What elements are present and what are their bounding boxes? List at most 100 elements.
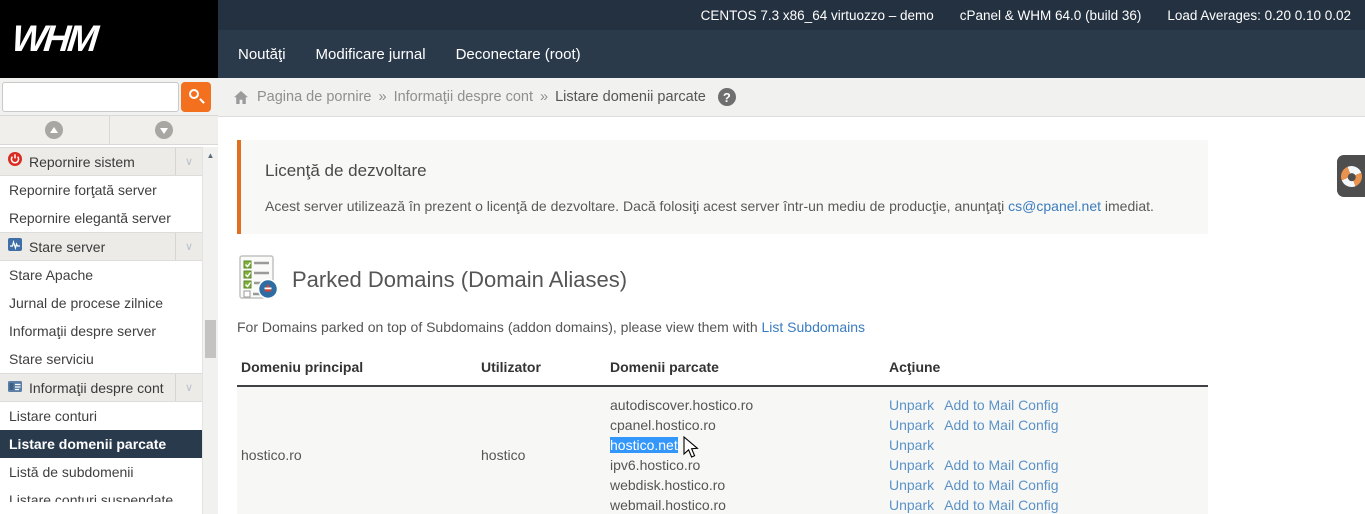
arrow-up-icon xyxy=(45,121,63,139)
scrollbar-thumb[interactable] xyxy=(205,320,216,358)
lifebuoy-icon xyxy=(1338,162,1365,190)
breadcrumb: Pagina de pornire » Informaţii despre co… xyxy=(218,78,1365,117)
sidebar-scrollbar[interactable]: ▲ xyxy=(202,147,218,514)
sidebar-menu: Repornire sistem ∨ Repornire forţată ser… xyxy=(0,147,202,514)
col-header-user: Utilizator xyxy=(477,353,606,386)
list-subdomains-link[interactable]: List Subdomains xyxy=(762,319,866,335)
version-info: cPanel & WHM 64.0 (build 36) xyxy=(960,8,1142,23)
sidebar-item-list-accounts[interactable]: Listare conturi xyxy=(0,402,202,430)
scrollbar-up-icon[interactable]: ▲ xyxy=(203,147,218,160)
action-row: Unpark Add to Mail Config xyxy=(889,495,1208,514)
parked-domain: webmail.hostico.ro xyxy=(610,495,885,514)
add-to-mail-config-link[interactable]: Add to Mail Config xyxy=(944,397,1058,413)
unpark-link[interactable]: Unpark xyxy=(889,437,934,453)
action-row: Unpark Add to Mail Config xyxy=(889,395,1208,415)
system-info: CENTOS 7.3 x86_64 virtuozzo – demo xyxy=(701,8,934,23)
license-notice-title: Licenţă de dezvoltare xyxy=(265,161,1184,181)
scroll-down-button[interactable] xyxy=(110,116,219,144)
sidebar-group-label: Informaţii despre cont xyxy=(29,380,164,396)
search-button[interactable] xyxy=(181,82,211,112)
col-header-main-domain: Domeniu principal xyxy=(237,353,477,386)
breadcrumb-separator: » xyxy=(378,89,386,105)
main-nav: Noutăţi Modificare jurnal Deconectare (r… xyxy=(218,30,1365,78)
parked-domain: cpanel.hostico.ro xyxy=(610,415,885,435)
actions-cell: Unpark Add to Mail Config Unpark Add to Ma… xyxy=(885,386,1208,514)
sidebar-group-server-status[interactable]: Stare server ∨ xyxy=(0,232,202,261)
parked-domain: autodiscover.hostico.ro xyxy=(610,395,885,415)
cpanel-email-link[interactable]: cs@cpanel.net xyxy=(1008,198,1101,214)
user-cell: hostico xyxy=(477,386,606,514)
subdomains-note-text: For Domains parked on top of Subdomains … xyxy=(237,319,762,335)
action-row: Unpark Add to Mail Config xyxy=(889,415,1208,435)
power-icon xyxy=(8,152,22,171)
parked-domain: webdisk.hostico.ro xyxy=(610,475,885,495)
home-icon[interactable] xyxy=(233,90,249,105)
subdomains-note: For Domains parked on top of Subdomains … xyxy=(237,319,1365,335)
breadcrumb-home[interactable]: Pagina de pornire xyxy=(257,89,371,105)
breadcrumb-current-page: Listare domenii parcate xyxy=(555,89,706,105)
sidebar-group-account-info[interactable]: Informaţii despre cont ∨ xyxy=(0,373,202,402)
chevron-down-icon[interactable]: ∨ xyxy=(175,374,202,401)
unpark-link[interactable]: Unpark xyxy=(889,397,934,413)
load-averages: Load Averages: 0.20 0.10 0.02 xyxy=(1167,8,1351,23)
support-tab[interactable] xyxy=(1337,155,1365,197)
action-row: Unpark Add to Mail Config xyxy=(889,455,1208,475)
breadcrumb-account-info[interactable]: Informaţii despre cont xyxy=(394,89,533,105)
license-notice-body: Acest server utilizează în prezent o lic… xyxy=(265,198,1184,214)
chevron-down-icon[interactable]: ∨ xyxy=(175,148,202,175)
sidebar-item-list-suspended-accounts[interactable]: Listare conturi suspendate xyxy=(0,486,202,502)
nav-item-news[interactable]: Noutăţi xyxy=(238,46,286,63)
scroll-up-button[interactable] xyxy=(0,116,110,144)
sidebar-group-label: Stare server xyxy=(29,239,105,255)
unpark-link[interactable]: Unpark xyxy=(889,417,934,433)
table-row: hostico.ro hostico autodiscover.hostico.… xyxy=(237,386,1208,514)
main-content: Licenţă de dezvoltare Acest server utili… xyxy=(218,117,1365,514)
sidebar-item-service-status[interactable]: Stare serviciu xyxy=(0,345,202,373)
sidebar: Repornire sistem ∨ Repornire forţată ser… xyxy=(0,78,218,514)
header-bar: CENTOS 7.3 x86_64 virtuozzo – demo cPane… xyxy=(0,0,1365,78)
add-to-mail-config-link[interactable]: Add to Mail Config xyxy=(944,497,1058,513)
logo-box[interactable]: WHM xyxy=(0,0,218,78)
sidebar-pager xyxy=(0,115,218,145)
unpark-link[interactable]: Unpark xyxy=(889,457,934,473)
parked-domains-icon xyxy=(237,254,279,305)
breadcrumb-separator: » xyxy=(540,89,548,105)
sidebar-item-list-subdomains[interactable]: Listă de subdomenii xyxy=(0,458,202,486)
sidebar-group-restart[interactable]: Repornire sistem ∨ xyxy=(0,147,202,176)
nav-item-logout[interactable]: Deconectare (root) xyxy=(456,46,581,63)
sidebar-item-server-information[interactable]: Informaţii despre server xyxy=(0,317,202,345)
nav-item-changelog[interactable]: Modificare jurnal xyxy=(316,46,426,63)
unpark-link[interactable]: Unpark xyxy=(889,477,934,493)
help-icon[interactable]: ? xyxy=(718,88,736,106)
search-icon xyxy=(189,89,199,99)
add-to-mail-config-link[interactable]: Add to Mail Config xyxy=(944,457,1058,473)
pulse-icon xyxy=(8,238,22,256)
unpark-link[interactable]: Unpark xyxy=(889,497,934,513)
add-to-mail-config-link[interactable]: Add to Mail Config xyxy=(944,417,1058,433)
action-row: Unpark Add to Mail Config xyxy=(889,475,1208,495)
sidebar-search-row xyxy=(0,78,218,115)
whm-logo: WHM xyxy=(10,18,98,60)
sidebar-item-apache-status[interactable]: Stare Apache xyxy=(0,261,202,289)
page-title: Parked Domains (Domain Aliases) xyxy=(292,267,627,293)
sidebar-search-input[interactable] xyxy=(2,82,179,112)
parked-domain-selected: hostico.net xyxy=(610,435,885,455)
parked-domains-table: Domeniu principal Utilizator Domenii par… xyxy=(237,353,1208,514)
sidebar-group-label: Repornire sistem xyxy=(29,154,135,170)
sidebar-item-graceful-restart[interactable]: Repornire elegantă server xyxy=(0,204,202,232)
col-header-parked-domains: Domenii parcate xyxy=(606,353,885,386)
sidebar-item-daily-process-log[interactable]: Jurnal de procese zilnice xyxy=(0,289,202,317)
chevron-down-icon[interactable]: ∨ xyxy=(175,233,202,260)
sidebar-item-list-parked-domains[interactable]: Listare domenii parcate xyxy=(0,430,202,458)
parked-domains-cell: autodiscover.hostico.ro cpanel.hostico.r… xyxy=(606,386,885,514)
add-to-mail-config-link[interactable]: Add to Mail Config xyxy=(944,477,1058,493)
license-notice-text-end: imediat. xyxy=(1101,198,1154,214)
page-head: Parked Domains (Domain Aliases) xyxy=(237,254,1365,305)
license-notice: Licenţă de dezvoltare Acest server utili… xyxy=(237,140,1208,234)
main-domain-cell: hostico.ro xyxy=(237,386,477,514)
server-info-bar: CENTOS 7.3 x86_64 virtuozzo – demo cPane… xyxy=(218,0,1365,30)
table-header-row: Domeniu principal Utilizator Domenii par… xyxy=(237,353,1208,386)
col-header-action: Acţiune xyxy=(885,353,1208,386)
license-notice-text: Acest server utilizează în prezent o lic… xyxy=(265,198,1008,214)
sidebar-item-forced-restart[interactable]: Repornire forţată server xyxy=(0,176,202,204)
